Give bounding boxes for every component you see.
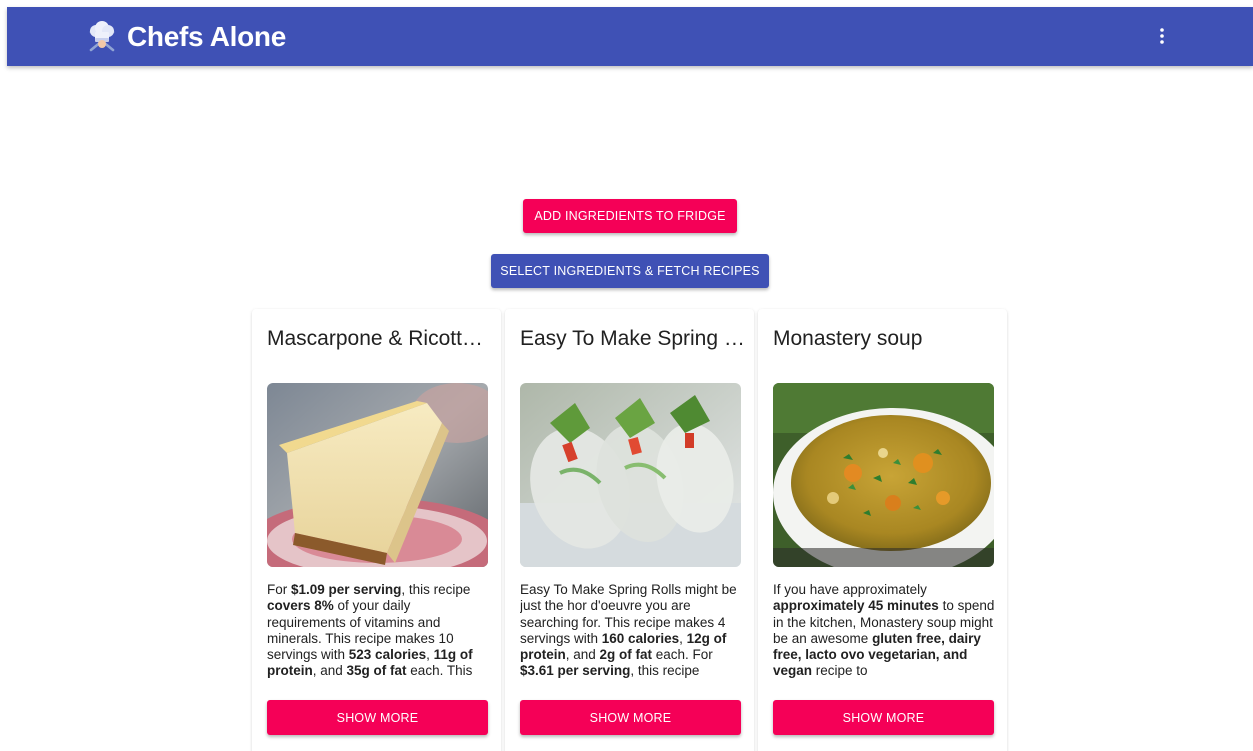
spring-rolls-image xyxy=(520,383,741,567)
recipe-card: Mascarpone & Ricotta Cheesecake xyxy=(252,309,501,751)
show-more-button[interactable]: Show more xyxy=(773,700,994,735)
highlight-text: 2g of fat xyxy=(599,647,653,663)
show-more-button[interactable]: Show more xyxy=(520,700,741,735)
highlight-text: approximately 45 minutes xyxy=(773,598,939,614)
more-vert-icon xyxy=(1160,28,1164,44)
description-text: , this recipe xyxy=(401,582,471,597)
fetch-recipes-button[interactable]: Select ingredients & fetch recipes xyxy=(491,254,769,288)
recipe-description: If you have approximately approximately … xyxy=(773,582,995,682)
add-ingredients-button[interactable]: Add ingredients to fridge xyxy=(523,199,737,233)
recipe-card: Monastery soup If you have approximately… xyxy=(758,309,1007,751)
description-text: If you have approximately xyxy=(773,582,927,597)
description-text: each. For xyxy=(652,647,713,663)
description-text: recipe to xyxy=(812,663,868,679)
description-text: , and xyxy=(312,663,347,679)
chef-hat-icon xyxy=(89,20,115,51)
soup-image xyxy=(773,383,994,567)
recipe-title: Monastery soup xyxy=(773,327,923,350)
description-text: each. This xyxy=(406,663,473,679)
description-text: , this recipe xyxy=(630,663,700,679)
highlight-text: 35g of fat xyxy=(346,663,407,679)
brand[interactable]: Chefs Alone xyxy=(85,7,286,66)
more-menu-button[interactable] xyxy=(1147,21,1177,51)
description-text: , xyxy=(426,647,434,663)
recipe-title: Easy To Make Spring Rolls xyxy=(520,327,745,350)
highlight-text: 160 calories xyxy=(601,630,680,646)
description-text: , and xyxy=(565,647,600,663)
highlight-text: $3.61 per serving xyxy=(520,663,631,679)
show-more-button[interactable]: Show more xyxy=(267,700,488,735)
description-text: , xyxy=(679,630,687,646)
description-text: For xyxy=(267,582,292,597)
page: Chefs Alone Add ingredients to fridge Se… xyxy=(0,0,1253,751)
recipe-title: Mascarpone & Ricotta Cheesecake xyxy=(267,327,492,350)
recipe-description: For $1.09 per serving, this recipe cover… xyxy=(267,582,489,682)
highlight-text: 523 calories xyxy=(348,647,427,663)
highlight-text: $1.09 per serving xyxy=(291,582,402,597)
app-bar: Chefs Alone xyxy=(7,7,1253,66)
recipe-card: Easy To Make Spring Rolls Easy To Make S… xyxy=(505,309,754,751)
cheesecake-image xyxy=(267,383,488,567)
app-title: Chefs Alone xyxy=(127,20,287,52)
recipe-description: Easy To Make Spring Rolls might be just … xyxy=(520,582,742,682)
highlight-text: covers 8% xyxy=(267,598,334,614)
